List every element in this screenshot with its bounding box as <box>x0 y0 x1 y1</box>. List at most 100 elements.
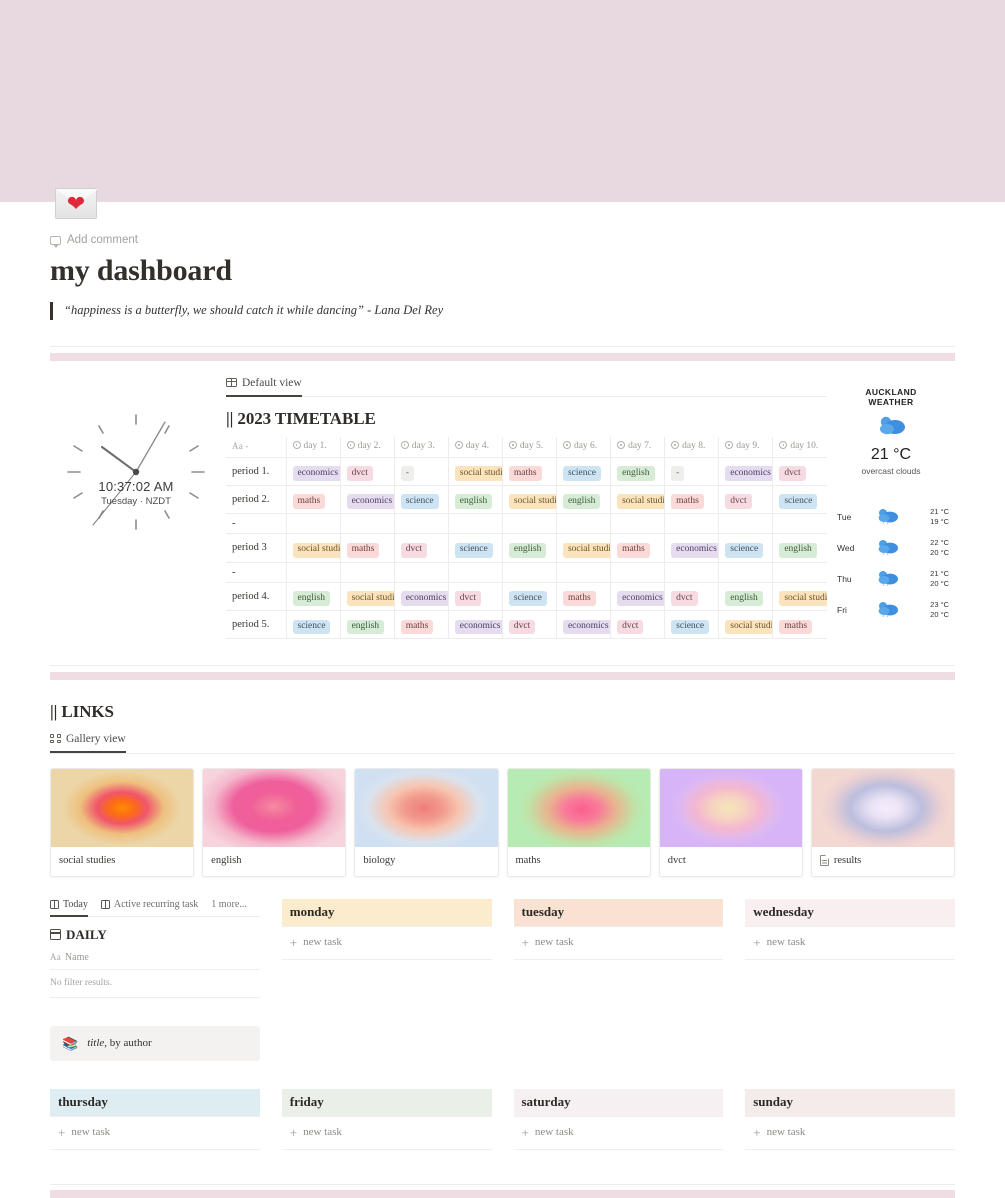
new-task-button[interactable]: + new task <box>745 1115 955 1150</box>
new-task-button[interactable]: + new task <box>281 925 492 960</box>
timetable-row-label[interactable]: period 1. <box>226 457 287 486</box>
timetable-cell[interactable]: english <box>556 485 612 515</box>
timetable-cell[interactable] <box>286 513 341 535</box>
tab-default-view[interactable]: Default view <box>226 377 302 397</box>
timetable-cell[interactable]: english <box>340 610 395 640</box>
timetable-cell[interactable] <box>772 513 827 535</box>
new-task-button[interactable]: + new task <box>50 1115 260 1150</box>
timetable-cell[interactable]: science <box>286 610 341 640</box>
timetable-cell[interactable]: english <box>772 533 827 563</box>
tab-today[interactable]: Today <box>50 899 88 917</box>
timetable-row-label[interactable]: period 4. <box>226 582 287 612</box>
timetable-cell[interactable]: social studies <box>556 533 612 563</box>
timetable-cell[interactable]: science <box>394 485 449 515</box>
timetable-cell[interactable]: economics <box>664 533 720 563</box>
timetable-col-header[interactable]: day 8. <box>664 436 720 458</box>
timetable-cell[interactable]: maths <box>556 582 612 612</box>
timetable-cell[interactable]: dvct <box>502 610 557 640</box>
timetable-row-label[interactable]: - <box>226 562 287 583</box>
timetable-col-header[interactable]: day 2. <box>340 436 395 458</box>
new-task-button[interactable]: + new task <box>281 1115 492 1150</box>
timetable-cell[interactable]: dvct <box>772 457 827 486</box>
timetable-cell[interactable] <box>556 562 612 583</box>
timetable-col-header[interactable]: day 10. <box>772 436 827 458</box>
timetable-cell[interactable]: science <box>718 533 774 563</box>
timetable-cell[interactable]: economics <box>556 610 612 640</box>
timetable-cell[interactable] <box>340 513 395 535</box>
add-comment-button[interactable]: Add comment <box>50 234 955 248</box>
timetable-col-header[interactable]: day 7. <box>610 436 666 458</box>
timetable-row-label[interactable]: period 2. <box>226 485 287 515</box>
timetable-cell[interactable]: economics <box>286 457 341 486</box>
timetable-cell[interactable]: dvct <box>340 457 395 486</box>
timetable-cell[interactable]: social studies <box>502 485 557 515</box>
timetable-cell[interactable]: economics <box>394 582 449 612</box>
timetable-cell[interactable] <box>718 513 774 535</box>
timetable-cell[interactable]: economics <box>610 582 666 612</box>
timetable-cell[interactable]: science <box>448 533 503 563</box>
timetable-cell[interactable] <box>610 562 666 583</box>
timetable-cell[interactable] <box>448 513 503 535</box>
timetable-cell[interactable] <box>394 513 449 535</box>
timetable-cell[interactable]: dvct <box>664 582 720 612</box>
timetable-cell[interactable] <box>448 562 503 583</box>
timetable-cell[interactable]: dvct <box>448 582 503 612</box>
timetable-cell[interactable] <box>610 513 666 535</box>
timetable-cell[interactable] <box>502 562 557 583</box>
new-task-button[interactable]: + new task <box>513 1115 724 1150</box>
timetable-cell[interactable]: english <box>448 485 503 515</box>
timetable-col-header[interactable]: day 1. <box>286 436 341 458</box>
tab-gallery-view[interactable]: Gallery view <box>50 733 126 753</box>
timetable-cell[interactable]: science <box>772 485 827 515</box>
gallery-card[interactable]: dvct <box>658 767 803 877</box>
timetable-cell[interactable]: economics <box>448 610 503 640</box>
gallery-card[interactable]: maths <box>506 767 651 877</box>
timetable-cell[interactable]: english <box>502 533 557 563</box>
timetable-cell[interactable]: science <box>502 582 557 612</box>
daily-name-column-header[interactable]: Aa Name <box>50 943 260 970</box>
timetable-cell[interactable]: - <box>394 457 449 486</box>
timetable-cell[interactable]: english <box>610 457 666 486</box>
timetable-cell[interactable]: maths <box>394 610 449 640</box>
new-task-button[interactable]: + new task <box>513 925 724 960</box>
timetable-cell[interactable]: maths <box>286 485 341 515</box>
gallery-card[interactable]: results <box>810 767 956 877</box>
gallery-card[interactable]: social studies <box>50 767 195 877</box>
timetable-cell[interactable] <box>664 562 720 583</box>
timetable-cell[interactable]: english <box>718 582 774 612</box>
timetable-cell[interactable]: economics <box>718 457 774 486</box>
timetable-row-label[interactable]: period 5. <box>226 610 287 640</box>
timetable-cell[interactable]: science <box>664 610 720 640</box>
gallery-card[interactable]: english <box>202 767 347 877</box>
timetable-col-header[interactable]: day 3. <box>394 436 449 458</box>
timetable-cell[interactable]: english <box>286 582 341 612</box>
timetable-col-header[interactable]: day 6. <box>556 436 612 458</box>
timetable-cell[interactable] <box>502 513 557 535</box>
timetable-cell[interactable] <box>340 562 395 583</box>
timetable-col-header[interactable]: day 5. <box>502 436 557 458</box>
tab-active-recurring-task[interactable]: Active recurring task <box>100 899 198 917</box>
timetable-cell[interactable]: maths <box>664 485 720 515</box>
timetable-cell[interactable]: science <box>556 457 612 486</box>
timetable-cell[interactable]: social studies <box>610 485 666 515</box>
timetable-cell[interactable] <box>718 562 774 583</box>
timetable-cell[interactable]: social studies <box>448 457 503 486</box>
timetable-cell[interactable]: maths <box>610 533 666 563</box>
page-icon-envelope-heart-icon[interactable]: ❤ <box>54 188 98 222</box>
timetable-cell[interactable] <box>556 513 612 535</box>
timetable-cell[interactable]: maths <box>772 610 827 640</box>
timetable-cell[interactable]: social studies <box>772 582 827 612</box>
timetable-cell[interactable]: economics <box>340 485 395 515</box>
timetable-col-header[interactable]: day 4. <box>448 436 503 458</box>
new-task-button[interactable]: + new task <box>745 925 955 960</box>
gallery-card[interactable]: biology <box>354 767 499 877</box>
timetable-cell[interactable]: maths <box>502 457 557 486</box>
timetable-cell[interactable]: social studies <box>286 533 341 563</box>
timetable-cell[interactable] <box>664 513 720 535</box>
timetable-cell[interactable]: social studies <box>340 582 395 612</box>
timetable-cell[interactable] <box>772 562 827 583</box>
timetable-col-header[interactable]: day 9. <box>718 436 774 458</box>
timetable-cell[interactable]: dvct <box>610 610 666 640</box>
timetable-cell[interactable]: - <box>664 457 720 486</box>
tab-more[interactable]: 1 more... <box>211 899 247 917</box>
